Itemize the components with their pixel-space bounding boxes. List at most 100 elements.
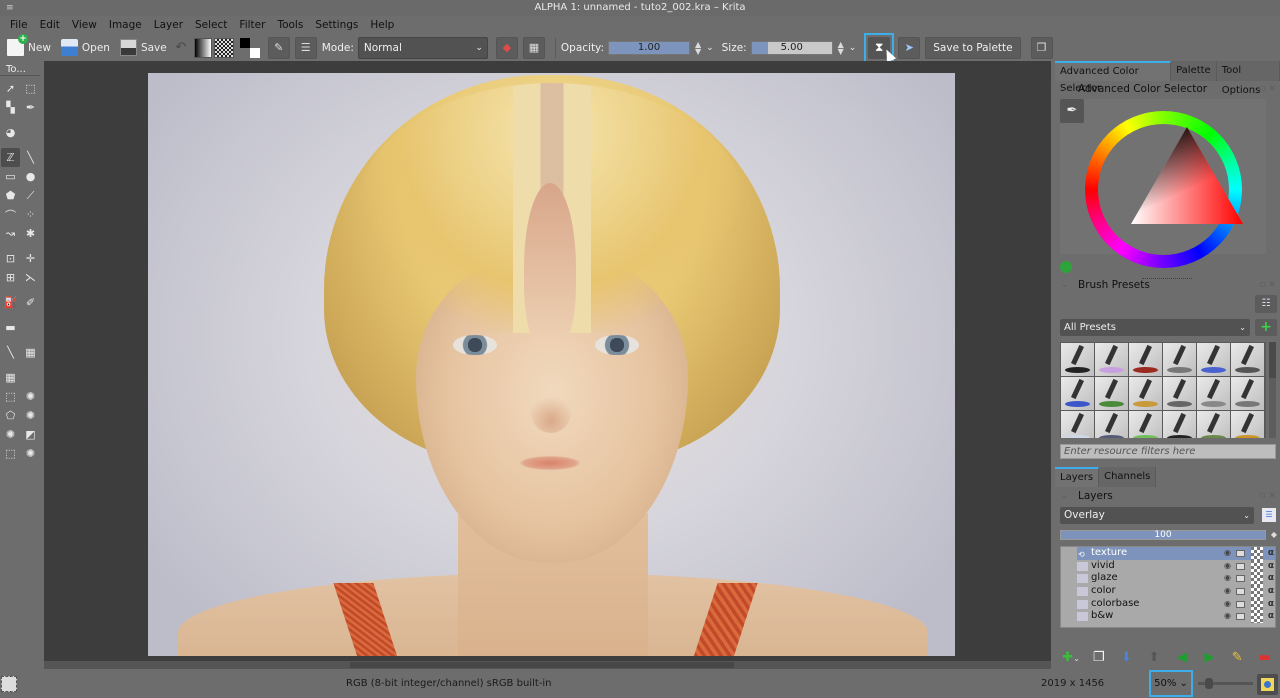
preset-tag-dropdown[interactable]: All Presets ⌄ <box>1060 319 1250 336</box>
tool-fill-bucket[interactable]: ⛽ <box>1 293 20 312</box>
tool-ellipse[interactable]: ● <box>21 167 40 186</box>
duplicate-layer-icon[interactable]: ❐ <box>1088 650 1110 665</box>
add-layer-button[interactable]: ✚⌄ <box>1060 650 1082 665</box>
tool-perspective[interactable]: ⋋ <box>21 268 40 287</box>
tool-select-shapes[interactable]: ➚ <box>1 79 20 98</box>
add-tag-button[interactable]: + <box>1255 319 1277 336</box>
menu-edit[interactable]: Edit <box>34 16 66 34</box>
size-spinner[interactable]: ▲ ▼ <box>836 40 846 55</box>
layer-row[interactable]: colorbase ◉ α <box>1061 597 1275 611</box>
tool-assistant-grid[interactable]: ▦ <box>21 343 40 362</box>
lock-icon[interactable] <box>1236 600 1245 608</box>
layer-row[interactable]: ⟲ texture ◉ α <box>1077 547 1275 560</box>
collapse-icon[interactable]: ⌄ <box>1061 277 1069 293</box>
brush-preset[interactable] <box>1231 343 1264 376</box>
visibility-eye-icon[interactable]: ◉ <box>1224 560 1231 573</box>
menu-tools[interactable]: Tools <box>271 16 309 34</box>
brush-preset[interactable] <box>1129 411 1162 438</box>
canvas-only-mode-button[interactable] <box>1257 674 1278 695</box>
menu-filter[interactable]: Filter <box>233 16 271 34</box>
inherit-alpha-icon[interactable] <box>1251 597 1263 611</box>
menu-settings[interactable]: Settings <box>309 16 364 34</box>
tool-contiguous-select[interactable]: ✺ <box>1 425 20 444</box>
tool-ellipse-select[interactable]: ✺ <box>21 387 40 406</box>
scrollbar-thumb[interactable] <box>350 662 734 668</box>
mirror-vertical-button[interactable]: ➤ <box>898 36 921 59</box>
brush-preset-button[interactable]: ✎ <box>267 36 290 59</box>
brush-preset[interactable] <box>1061 377 1094 410</box>
alpha-lock-icon[interactable]: α <box>1268 585 1274 598</box>
workspace-button[interactable]: ❐ <box>1030 36 1053 59</box>
brush-preset[interactable] <box>1163 411 1196 438</box>
alpha-lock-icon[interactable]: α <box>1268 610 1274 623</box>
brush-preset[interactable] <box>1197 377 1230 410</box>
visibility-eye-icon[interactable]: ◉ <box>1224 572 1231 585</box>
inherit-alpha-icon[interactable] <box>1251 547 1263 560</box>
background-color[interactable] <box>249 47 260 58</box>
visibility-eye-icon[interactable]: ◉ <box>1224 610 1231 623</box>
tool-magnetic-select[interactable]: ✺ <box>21 444 40 463</box>
lock-icon[interactable] <box>1236 562 1245 570</box>
tool-freehand-brush[interactable]: ℤ <box>1 148 20 167</box>
tool-crop[interactable]: ⊡ <box>1 249 20 268</box>
tool-color-picker[interactable]: ✐ <box>21 293 40 312</box>
tool-line[interactable]: ╲ <box>21 148 40 167</box>
new-button[interactable]: New <box>4 34 54 59</box>
tool-polyline[interactable]: ⟋ <box>21 186 40 205</box>
menu-file[interactable]: File <box>4 16 34 34</box>
canvas-image[interactable] <box>148 73 955 656</box>
inherit-alpha-icon[interactable] <box>1251 585 1263 598</box>
tab-channels[interactable]: Channels <box>1099 467 1157 487</box>
tool-pattern[interactable]: ▚ <box>1 98 20 117</box>
lower-layer-icon[interactable]: ◀ <box>1171 650 1193 665</box>
brush-preset[interactable] <box>1163 377 1196 410</box>
inherit-alpha-icon[interactable] <box>1251 572 1263 586</box>
tool-similar-select[interactable]: ◩ <box>21 425 40 444</box>
tab-palette[interactable]: Palette <box>1171 61 1217 81</box>
tab-layers[interactable]: Layers <box>1055 467 1100 487</box>
open-button[interactable]: Open <box>58 37 113 59</box>
layer-row[interactable]: color ◉ α <box>1061 585 1275 598</box>
hue-ring[interactable] <box>1085 111 1243 268</box>
refresh-icon[interactable] <box>1060 261 1072 273</box>
brush-editor-button[interactable]: ☰ <box>294 36 317 59</box>
move-layer-up-icon[interactable]: ⬆ <box>1143 650 1165 665</box>
tool-grid[interactable]: ▦ <box>1 368 20 387</box>
visibility-eye-icon[interactable]: ◉ <box>1224 547 1231 560</box>
preset-view-mode-button[interactable]: ☷ <box>1255 295 1277 313</box>
preserve-alpha-button[interactable]: ▦ <box>522 36 545 59</box>
tool-polygon[interactable]: ⬟ <box>1 186 20 205</box>
delete-layer-icon[interactable]: ▬ <box>1254 650 1276 665</box>
tab-advanced-color-selector[interactable]: Advanced Color Selector <box>1055 61 1172 94</box>
layer-properties-icon[interactable]: ☰ <box>1262 508 1276 522</box>
undo-icon[interactable]: ↶ <box>174 40 188 55</box>
menu-view[interactable]: View <box>66 16 103 34</box>
alpha-lock-icon[interactable]: α <box>1268 547 1274 560</box>
tool-edit-shapes[interactable]: ⬚ <box>21 79 40 98</box>
window-menu-icon[interactable]: ≡ <box>6 0 14 16</box>
menu-select[interactable]: Select <box>189 16 233 34</box>
opacity-dropdown-icon[interactable]: ⌄ <box>706 43 714 53</box>
blend-mode-dropdown[interactable]: Normal ⌄ <box>357 36 488 59</box>
eraser-mode-button[interactable]: ◆ <box>495 36 518 59</box>
menu-layer[interactable]: Layer <box>148 16 189 34</box>
gradient-selector[interactable] <box>193 37 212 58</box>
selection-mode-icon[interactable] <box>1 676 17 692</box>
color-picker-button[interactable]: ✒ <box>1060 99 1084 123</box>
tool-dynamic-brush[interactable]: ✱ <box>21 224 40 243</box>
size-slider[interactable]: 5.00 <box>750 40 833 55</box>
inherit-alpha-icon[interactable] <box>1251 610 1263 624</box>
tool-color-sampler-wheel[interactable]: ◕ <box>1 123 20 142</box>
layer-row[interactable]: glaze ◉ α <box>1061 572 1275 586</box>
lock-icon[interactable] <box>1236 588 1245 596</box>
canvas-area[interactable] <box>44 61 1051 661</box>
save-to-palette-button[interactable]: Save to Palette <box>925 36 1021 59</box>
alpha-lock-icon[interactable]: α <box>1268 598 1274 611</box>
tool-measure[interactable]: ╲ <box>1 343 20 362</box>
brush-preset[interactable] <box>1163 343 1196 376</box>
lock-icon[interactable] <box>1236 613 1245 621</box>
resource-filter-input[interactable]: Enter resource filters here <box>1060 444 1276 459</box>
tool-gradient[interactable]: ▬ <box>1 318 20 337</box>
move-layer-down-icon[interactable]: ⬇ <box>1115 650 1137 665</box>
tool-bezier-select[interactable]: ⬚ <box>1 444 20 463</box>
